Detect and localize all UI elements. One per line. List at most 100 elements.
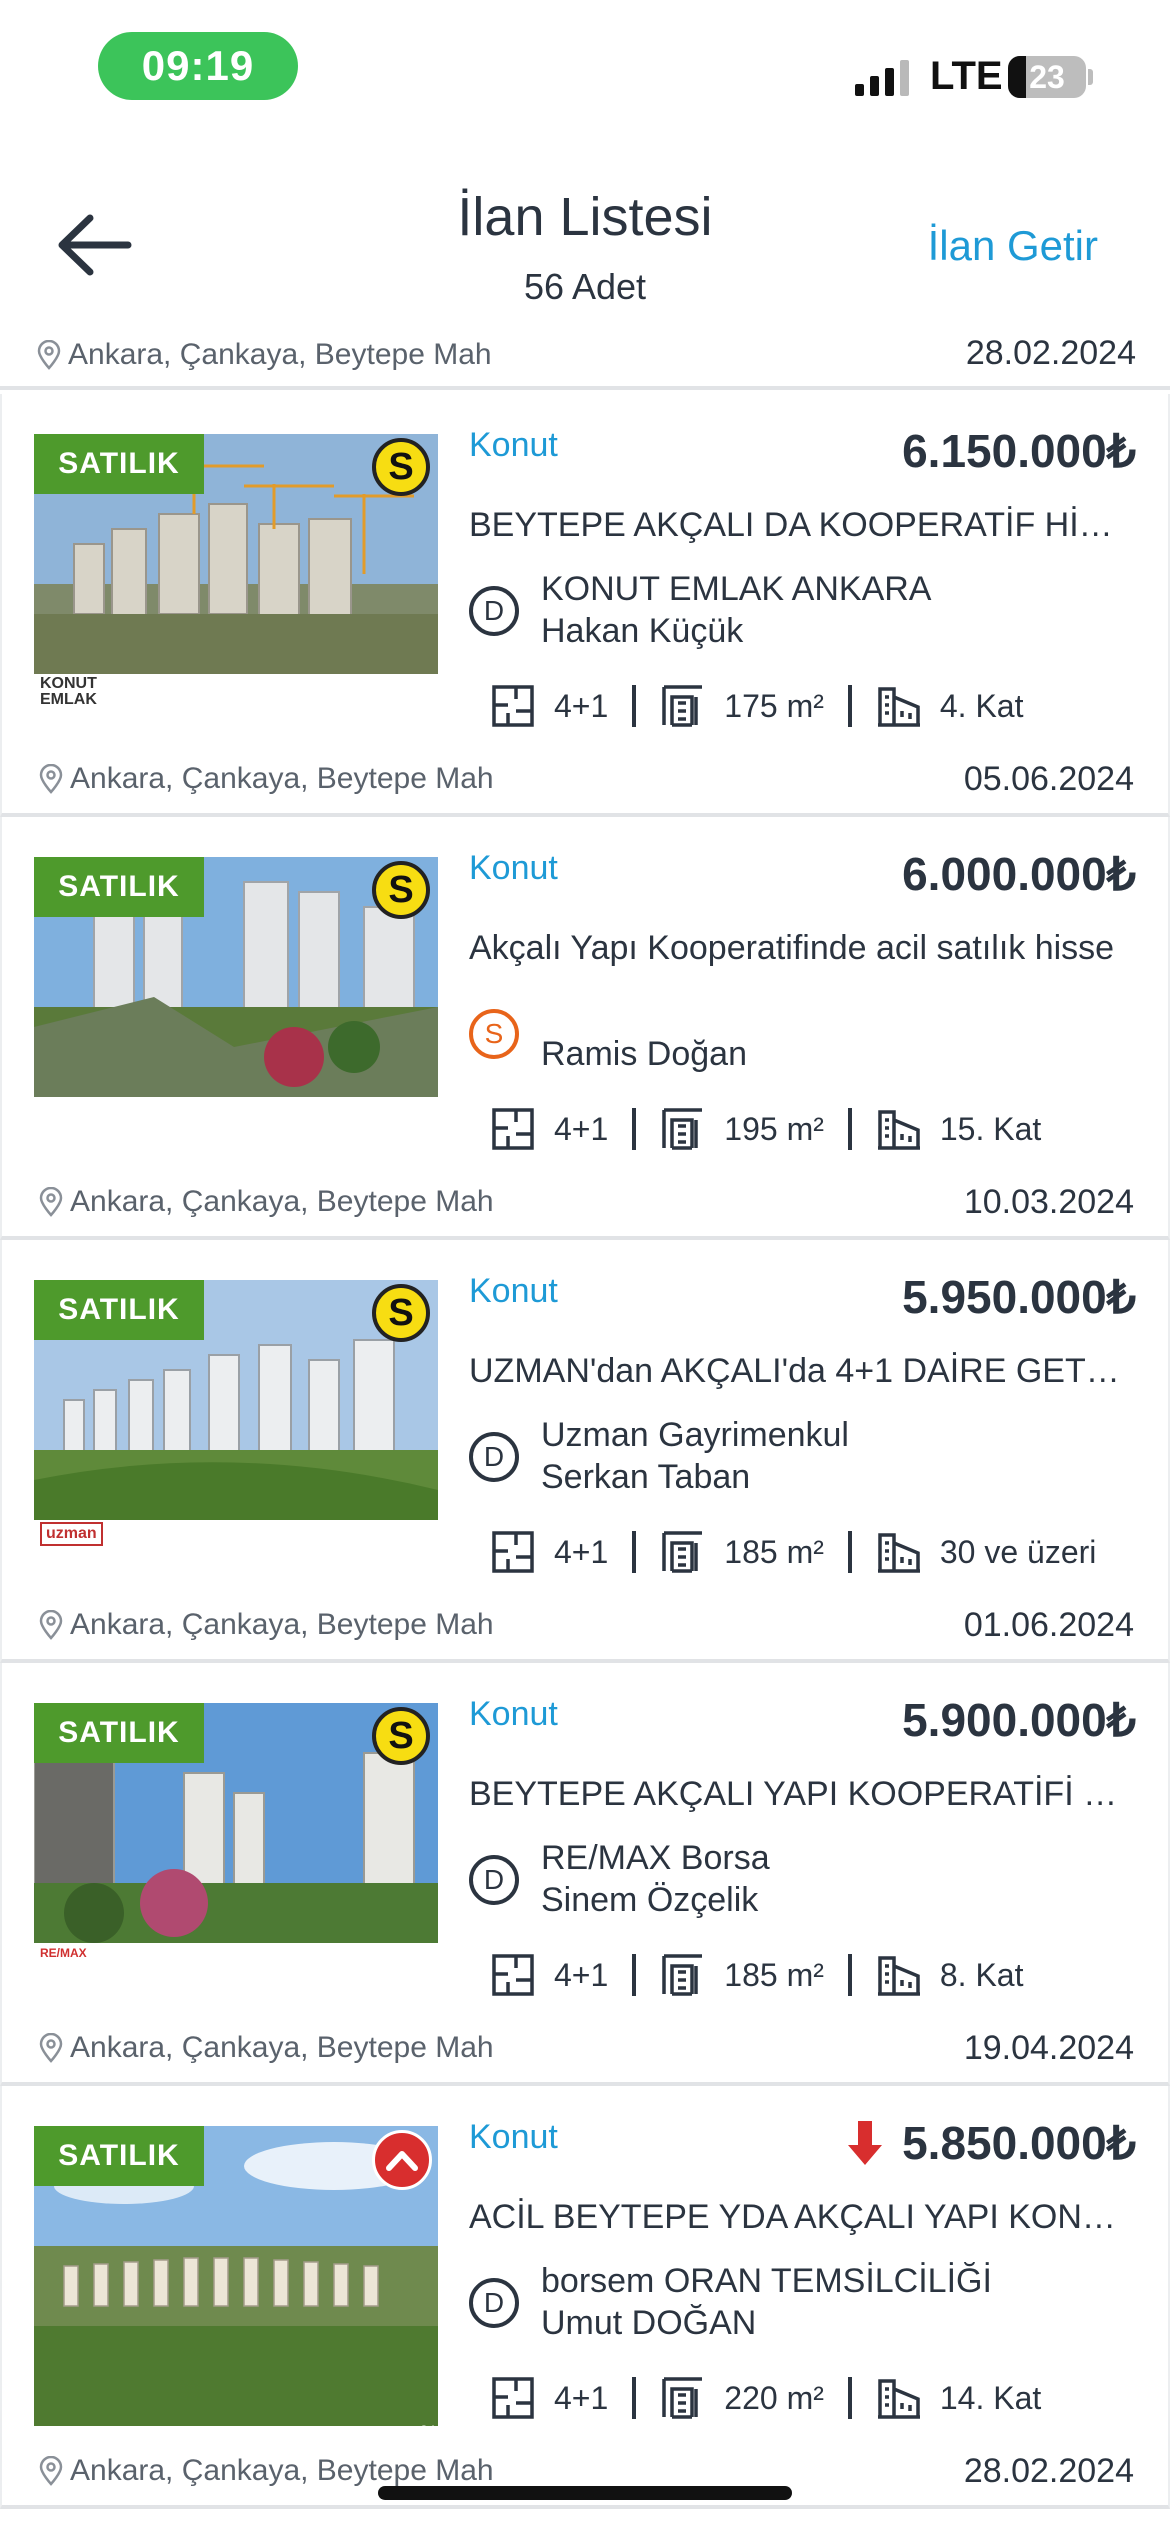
floor-building-icon — [877, 687, 920, 727]
boost-up-icon — [386, 2151, 418, 2171]
spec-rooms: 4+1 — [490, 2375, 608, 2421]
spec-divider — [847, 1108, 852, 1150]
location-text: Ankara, Çankaya, Beytepe Mah — [70, 1185, 494, 1218]
spec-area: 185 m² — [660, 1952, 824, 1998]
agency-logo: uzman — [40, 1522, 103, 1546]
location-text: Ankara, Çankaya, Beytepe Mah — [70, 762, 494, 795]
listing-category: Konut — [469, 2118, 558, 2156]
home-indicator[interactable] — [378, 2486, 792, 2500]
spec-divider — [632, 1108, 637, 1150]
status-time: 09:19 — [98, 32, 298, 100]
spec-area: 195 m² — [660, 1106, 824, 1152]
area-value: 185 m² — [724, 1956, 824, 1993]
listing-specs: 4+1 185 m² 30 ve üzeri — [490, 1524, 1096, 1580]
agency-logo: KONUT EMLAK — [40, 675, 97, 708]
floor-plan-icon — [492, 1108, 534, 1150]
floor-value: 14. Kat — [939, 2379, 1042, 2416]
seller-name: Ramis Doğan — [541, 1035, 747, 1073]
location-pin-icon — [39, 1610, 63, 1640]
area-building-icon — [662, 1531, 703, 1573]
listing-list[interactable]: Ankara, Çankaya, Beytepe Mah 28.02.2024 … — [0, 340, 1170, 2532]
nav-header: İlan Listesi 56 Adet İlan Getir — [0, 140, 1170, 340]
seller-type-icon: S — [469, 1009, 519, 1059]
location-row: Ankara, Çankaya, Beytepe Mah — [38, 2031, 494, 2065]
area-building-icon — [662, 685, 703, 727]
spec-floor: 30 ve üzeri — [876, 1529, 1096, 1575]
spec-divider — [632, 685, 637, 727]
rooms-value: 4+1 — [554, 687, 609, 724]
spec-rooms: 4+1 — [490, 1529, 608, 1575]
location-text: Ankara, Çankaya, Beytepe Mah — [70, 2454, 494, 2487]
listing-card[interactable]: SATILIK S uzman Konut 5.950.000₺ UZMAN'd… — [0, 1240, 1170, 1663]
floor-value: 4. Kat — [939, 687, 1024, 724]
listing-date: 01.06.2024 — [963, 1606, 1134, 1644]
seller-company — [541, 991, 747, 1033]
rooms-value: 4+1 — [554, 1110, 609, 1147]
listing-date: 19.04.2024 — [963, 2029, 1134, 2067]
sale-badge: SATILIK — [34, 1703, 204, 1763]
spec-floor: 15. Kat — [876, 1106, 1041, 1152]
listing-card[interactable]: SATILIK 34 Konut 5.850.000₺ ACİL BEYTEPE… — [0, 2086, 1170, 2509]
location-row: Ankara, Çankaya, Beytepe Mah — [38, 2454, 494, 2488]
seller-company: KONUT EMLAK ANKARA — [541, 570, 932, 608]
listing-specs: 4+1 220 m² 14. Kat — [490, 2370, 1041, 2426]
listing-specs: 4+1 185 m² 8. Kat — [490, 1947, 1023, 2003]
listing-count: 56 Adet — [523, 266, 647, 307]
floor-building-icon — [877, 1533, 920, 1573]
seller-name: Serkan Taban — [541, 1458, 751, 1496]
spec-rooms: 4+1 — [490, 1106, 608, 1152]
previous-listing-partial[interactable]: Ankara, Çankaya, Beytepe Mah 28.02.2024 — [0, 340, 1170, 390]
area-value: 195 m² — [724, 1110, 824, 1147]
listing-card[interactable]: SATILIK S Konut 6.000.000₺ Akçalı Yapı K… — [0, 817, 1170, 1240]
floor-plan-icon — [492, 1954, 534, 1996]
floor-value: 8. Kat — [939, 1956, 1024, 1993]
spec-divider — [847, 2377, 852, 2419]
listing-title: Akçalı Yapı Kooperatifinde acil satılık … — [469, 929, 1115, 967]
location-row: Ankara, Çankaya, Beytepe Mah — [38, 1608, 494, 1642]
sale-badge: SATILIK — [34, 857, 204, 917]
floor-plan-icon — [492, 2377, 534, 2419]
area-building-icon — [662, 2377, 703, 2419]
listing-price: 6.150.000₺ — [902, 424, 1136, 478]
listing-title: BEYTEPE AKÇALI YAPI KOOPERATİFİ 4+1 HİSS… — [469, 1775, 1129, 1813]
listing-card[interactable]: SATILIK S KONUT EMLAK Konut 6.150.000₺ B… — [0, 394, 1170, 817]
floor-plan-icon — [492, 1531, 534, 1573]
s-badge: S — [372, 438, 430, 496]
s-badge: S — [372, 1284, 430, 1342]
floor-plan-icon — [492, 685, 534, 727]
listing-card[interactable]: SATILIK S RE/MAX Konut 5.900.000₺ BEYTEP… — [0, 1663, 1170, 2086]
listing-title: UZMAN'dan AKÇALI'da 4+1 DAİRE GETİREN Hİ… — [469, 1352, 1129, 1390]
s-badge: S — [372, 1707, 430, 1765]
seller-info: Uzman Gayrimenkul Serkan Taban — [541, 1414, 849, 1498]
sale-badge: SATILIK — [34, 434, 204, 494]
seller-type-icon: D — [469, 2278, 519, 2328]
seller-type-icon: D — [469, 586, 519, 636]
location-text: Ankara, Çankaya, Beytepe Mah — [70, 2031, 494, 2064]
seller-name: Sinem Özçelik — [541, 1881, 759, 1919]
seller-name: Umut DOĞAN — [541, 2304, 757, 2342]
floor-building-icon — [877, 1110, 920, 1150]
battery-icon: 23 — [1008, 56, 1086, 98]
spec-area: 220 m² — [660, 2375, 824, 2421]
floor-building-icon — [877, 1956, 920, 1996]
spec-floor: 14. Kat — [876, 2375, 1041, 2421]
sale-badge: SATILIK — [34, 2126, 204, 2186]
spec-floor: 8. Kat — [876, 1952, 1024, 1998]
spec-rooms: 4+1 — [490, 1952, 608, 1998]
seller-name: Hakan Küçük — [541, 612, 744, 650]
rooms-value: 4+1 — [554, 1533, 609, 1570]
spec-divider — [847, 1531, 852, 1573]
listing-date: 05.06.2024 — [963, 760, 1134, 798]
agency-logo: RE/MAX — [40, 1946, 87, 1960]
spec-rooms: 4+1 — [490, 683, 608, 729]
battery-level: 23 — [1029, 58, 1065, 95]
location-text: Ankara, Çankaya, Beytepe Mah — [70, 1608, 494, 1641]
listing-category: Konut — [469, 1695, 558, 1733]
boost-up-badge — [372, 2130, 432, 2190]
listing-specs: 4+1 175 m² 4. Kat — [490, 678, 1023, 734]
location-row: Ankara, Çankaya, Beytepe Mah — [36, 340, 492, 372]
price-value: 6.000.000₺ — [902, 848, 1136, 900]
listing-title: ACİL BEYTEPE YDA AKÇALI YAPI KONUT HİSSE… — [469, 2198, 1129, 2236]
seller-info: KONUT EMLAK ANKARA Hakan Küçük — [541, 568, 932, 652]
fetch-listing-button[interactable]: İlan Getir — [928, 222, 1098, 270]
